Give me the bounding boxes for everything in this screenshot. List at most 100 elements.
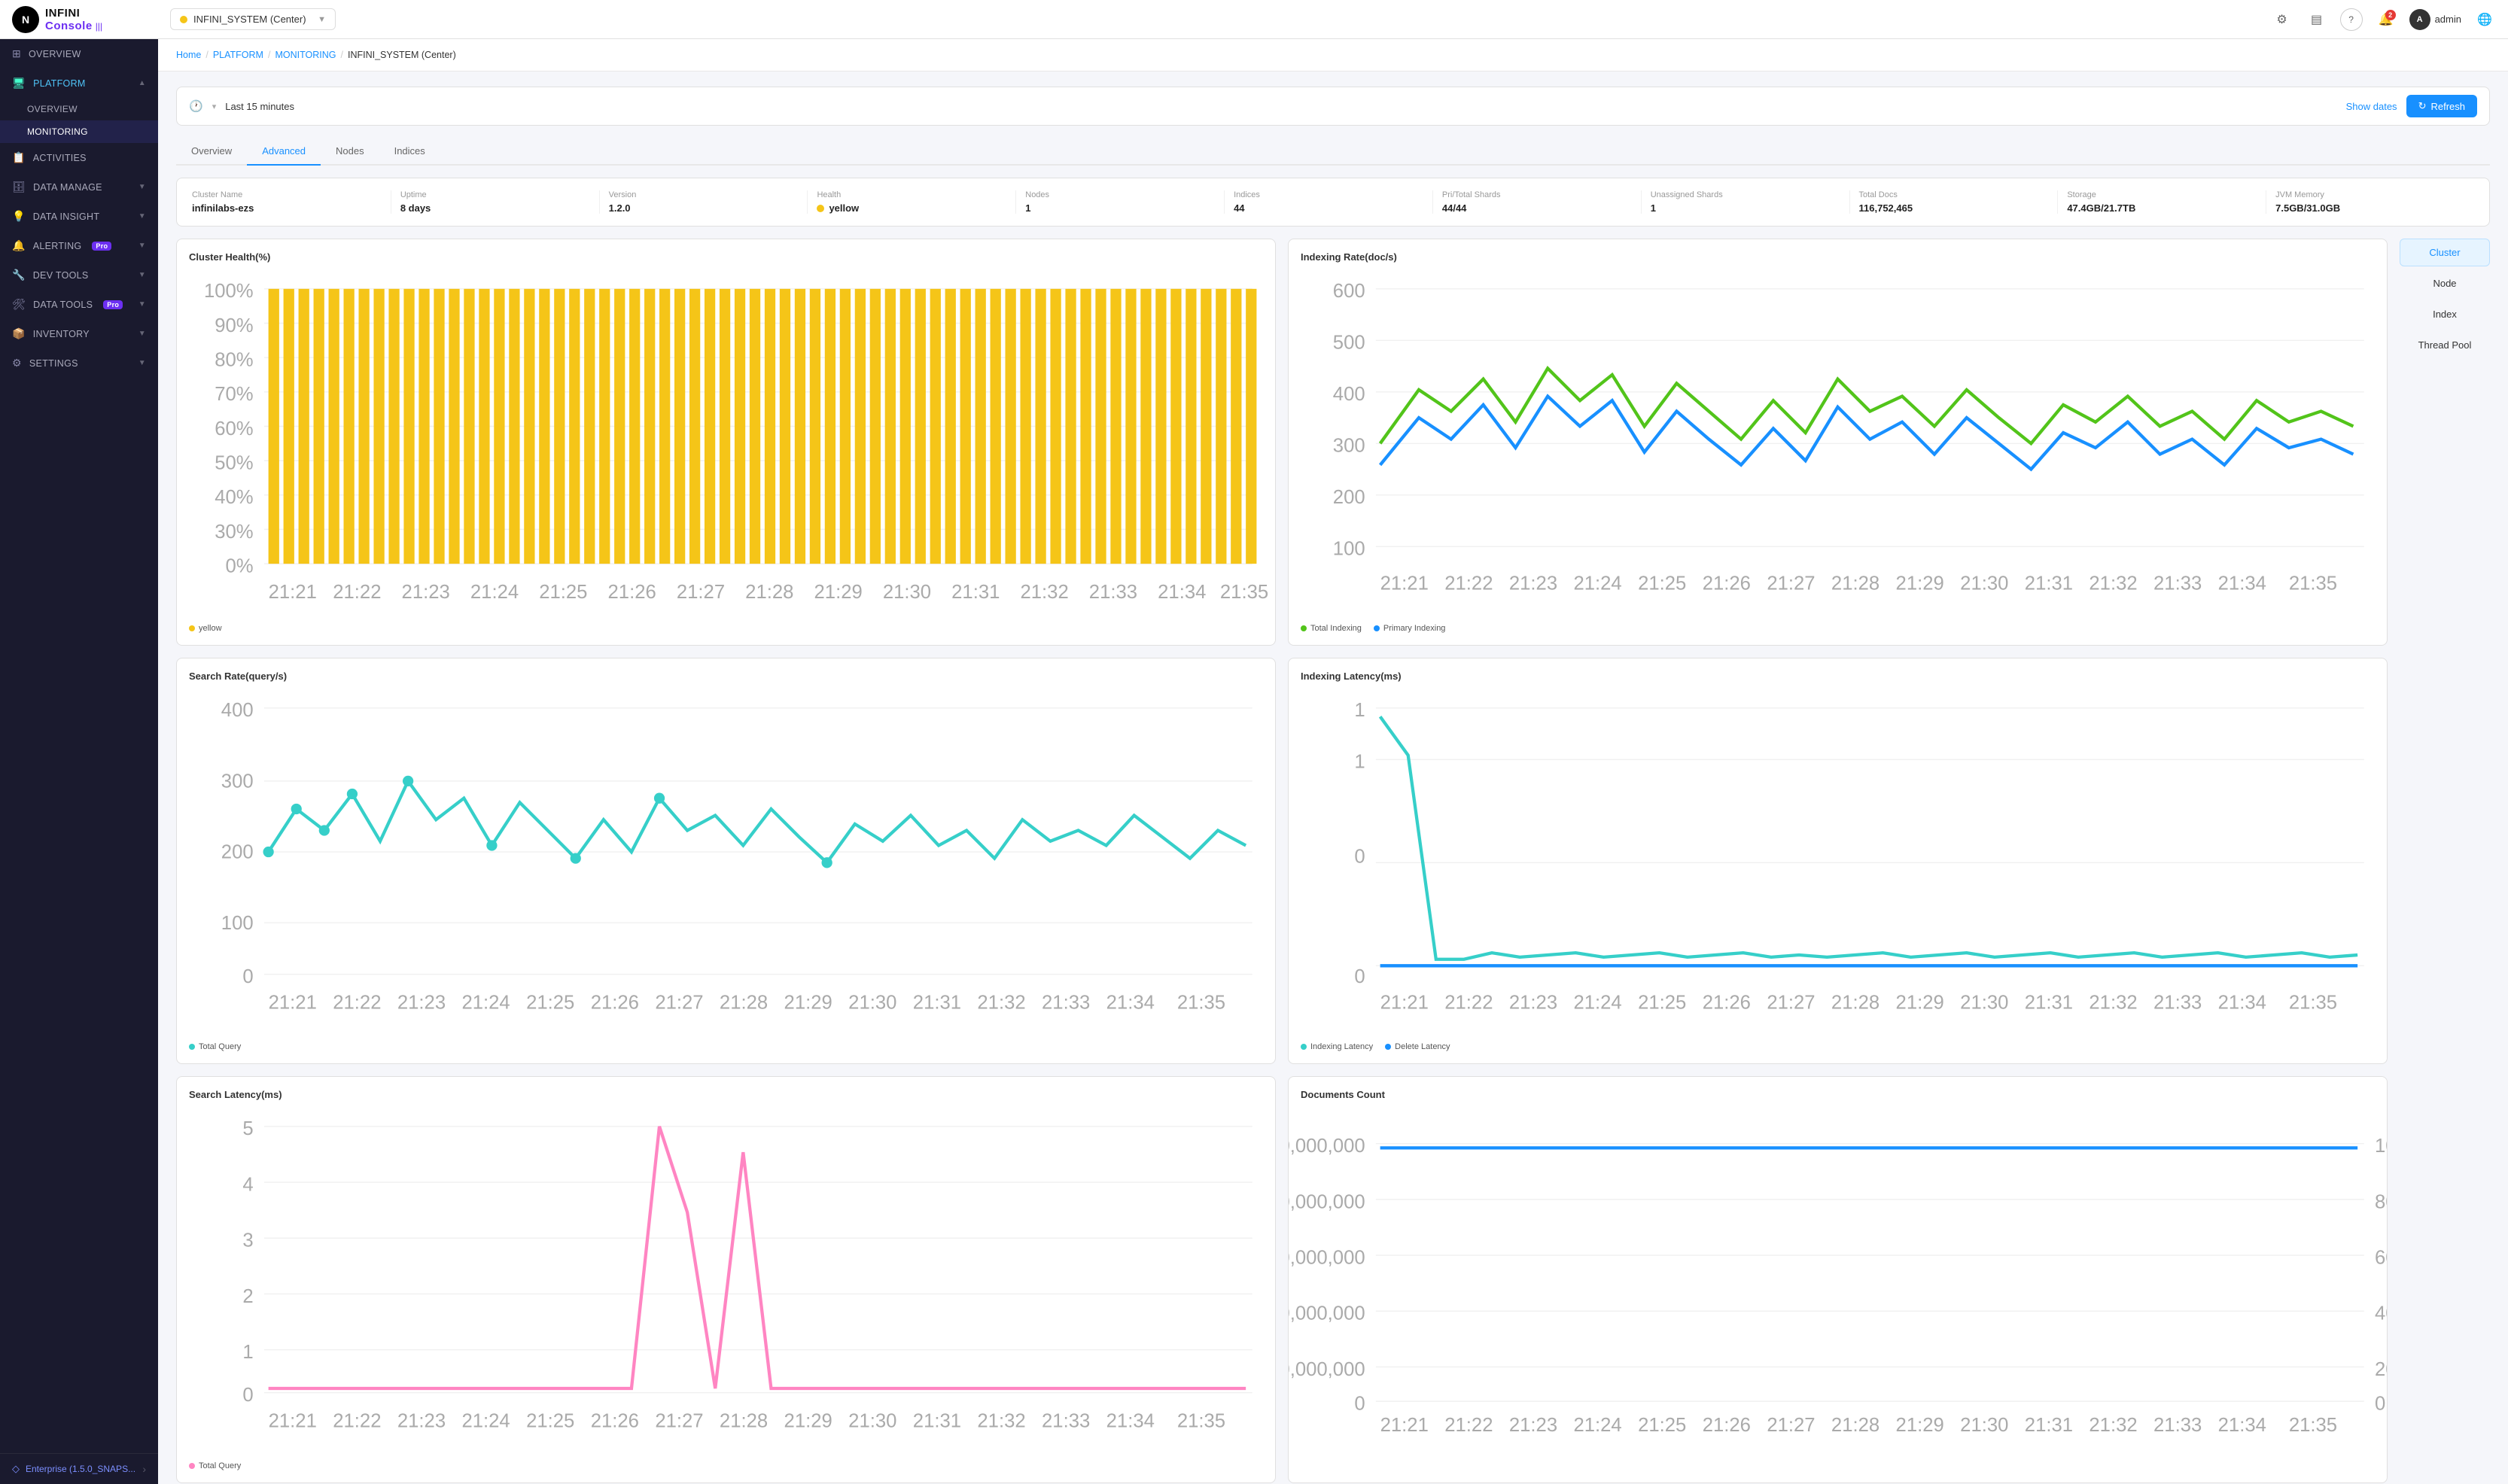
svg-text:21:24: 21:24 [1573, 1415, 1621, 1436]
svg-text:100: 100 [1333, 539, 1365, 560]
svg-text:21:32: 21:32 [977, 992, 1025, 1013]
sidebar-item-overview[interactable]: ⊞ OVERVIEW [0, 39, 158, 68]
breadcrumb-monitoring[interactable]: MONITORING [275, 50, 336, 60]
svg-text:21:34: 21:34 [1158, 582, 1206, 603]
svg-text:21:33: 21:33 [1042, 1411, 1090, 1432]
legend-delete-latency: Delete Latency [1385, 1042, 1450, 1051]
chart-indexing-rate: Indexing Rate(doc/s) 600 500 400 300 200… [1288, 239, 2388, 646]
admin-area[interactable]: A admin [2409, 9, 2461, 30]
svg-text:21:30: 21:30 [1960, 1415, 2008, 1436]
svg-text:21:23: 21:23 [397, 1411, 446, 1432]
svg-text:21:34: 21:34 [2218, 992, 2266, 1013]
svg-text:21:35: 21:35 [1177, 992, 1225, 1013]
svg-text:21:21: 21:21 [269, 1411, 317, 1432]
breadcrumb-home[interactable]: Home [176, 50, 201, 60]
legend-indexing-latency-label: Indexing Latency [1310, 1042, 1373, 1051]
nodes-value: 1 [1025, 202, 1215, 214]
data-tools-icon: 🛠 [12, 298, 26, 311]
svg-text:21:26: 21:26 [1703, 573, 1751, 594]
sidebar-item-data-insight[interactable]: 💡 DATA INSIGHT ▼ [0, 202, 158, 231]
sidebar-item-settings[interactable]: ⚙ SETTINGS ▼ [0, 348, 158, 378]
search-rate-legend: Total Query [189, 1042, 1263, 1051]
svg-text:90%: 90% [215, 315, 253, 336]
legend-search-latency-total: Total Query [189, 1461, 241, 1470]
data-tools-pro-badge: Pro [103, 300, 123, 309]
svg-text:21:25: 21:25 [539, 582, 587, 603]
bell-icon[interactable]: 🔔 2 [2375, 8, 2397, 31]
tab-advanced[interactable]: Advanced [247, 138, 321, 166]
tab-indices[interactable]: Indices [379, 138, 440, 166]
cluster-selector[interactable]: INFINI_SYSTEM (Center) ▼ [170, 8, 336, 30]
help-icon[interactable]: ? [2340, 8, 2363, 31]
breadcrumb-platform[interactable]: PLATFORM [213, 50, 263, 60]
globe-icon[interactable]: 🌐 [2473, 8, 2496, 31]
inbox-icon[interactable]: ▤ [2306, 8, 2328, 31]
cluster-health-legend: yellow [189, 624, 1263, 633]
svg-text:21:25: 21:25 [1638, 992, 1686, 1013]
storage-label: Storage [2067, 190, 2257, 199]
svg-text:200: 200 [1333, 487, 1365, 508]
svg-text:21:29: 21:29 [1896, 573, 1944, 594]
side-panel-node[interactable]: Node [2400, 269, 2490, 297]
svg-text:21:26: 21:26 [1703, 1415, 1751, 1436]
svg-text:100,000,000: 100,000,000 [1288, 1136, 1365, 1157]
sidebar-item-dev-tools[interactable]: 🔧 DEV TOOLS ▼ [0, 260, 158, 290]
svg-text:80,000: 80,000 [2375, 1192, 2388, 1213]
refresh-button[interactable]: ↻ Refresh [2406, 95, 2477, 117]
svg-text:21:24: 21:24 [1573, 573, 1621, 594]
version-value: 1.2.0 [609, 202, 799, 214]
svg-text:400: 400 [221, 700, 254, 721]
legend-total-query-dot [189, 1044, 195, 1050]
svg-text:70%: 70% [215, 384, 253, 405]
sidebar-item-platform[interactable]: 🖥 PLATFORM ▲ [0, 68, 158, 98]
svg-text:21:23: 21:23 [1509, 573, 1557, 594]
legend-total-indexing: Total Indexing [1301, 624, 1362, 633]
tab-nodes[interactable]: Nodes [321, 138, 379, 166]
side-panel-cluster[interactable]: Cluster [2400, 239, 2490, 266]
dev-tools-arrow: ▼ [138, 271, 146, 279]
logo-infini: INFINI [45, 7, 80, 20]
legend-yellow-label: yellow [199, 624, 222, 633]
svg-text:21:32: 21:32 [977, 1411, 1025, 1432]
svg-text:21:33: 21:33 [2153, 573, 2202, 594]
sidebar-item-inventory[interactable]: 📦 INVENTORY ▼ [0, 319, 158, 348]
legend-indexing-latency: Indexing Latency [1301, 1042, 1373, 1051]
svg-text:0%: 0% [226, 556, 254, 577]
sidebar-sub-monitoring[interactable]: MONITORING [0, 120, 158, 143]
sidebar-item-data-manage[interactable]: 🗄 DATA MANAGE ▼ [0, 172, 158, 202]
content-body: 🕐 ▾ Last 15 minutes Show dates ↻ Refresh… [158, 71, 2508, 1484]
svg-text:21:25: 21:25 [1638, 573, 1686, 594]
chevron-down-icon[interactable]: ▾ [212, 102, 217, 111]
sidebar-item-data-tools[interactable]: 🛠 DATA TOOLS Pro ▼ [0, 290, 158, 319]
sidebar-item-activities[interactable]: 📋 ACTIVITIES [0, 143, 158, 172]
tab-overview[interactable]: Overview [176, 138, 247, 166]
data-insight-arrow: ▼ [138, 212, 146, 220]
search-latency-title: Search Latency(ms) [189, 1089, 1263, 1100]
svg-text:21:21: 21:21 [269, 992, 317, 1013]
main-layout: ⊞ OVERVIEW 🖥 PLATFORM ▲ OVERVIEW MONITOR… [0, 39, 2508, 1484]
notification-count: 2 [2385, 10, 2396, 20]
show-dates-button[interactable]: Show dates [2346, 101, 2397, 112]
svg-text:40,000,000: 40,000,000 [1288, 1303, 1365, 1324]
enterprise-icon: ◇ [12, 1463, 20, 1475]
svg-text:300: 300 [1333, 436, 1365, 457]
legend-yellow: yellow [189, 624, 222, 633]
svg-text:0: 0 [1354, 966, 1365, 987]
sidebar-footer[interactable]: ◇ Enterprise (1.5.0_SNAPS... › [0, 1453, 158, 1484]
legend-yellow-dot [189, 625, 195, 631]
data-tools-arrow: ▼ [138, 300, 146, 309]
svg-text:21:24: 21:24 [461, 1411, 510, 1432]
side-panel-thread-pool[interactable]: Thread Pool [2400, 331, 2490, 359]
settings-icon[interactable]: ⚙ [2271, 8, 2293, 31]
alerting-arrow: ▼ [138, 242, 146, 250]
info-nodes: Nodes 1 [1016, 190, 1225, 214]
side-panel-index[interactable]: Index [2400, 300, 2490, 328]
sidebar-sub-overview[interactable]: OVERVIEW [0, 98, 158, 120]
sidebar-menu-icon[interactable]: › [142, 1463, 146, 1475]
svg-text:60%: 60% [215, 418, 253, 439]
sidebar-item-alerting[interactable]: 🔔 ALERTING Pro ▼ [0, 231, 158, 260]
sidebar-platform-label: PLATFORM [33, 78, 86, 89]
svg-text:21:25: 21:25 [526, 1411, 574, 1432]
svg-text:21:33: 21:33 [1089, 582, 1137, 603]
info-indices: Indices 44 [1225, 190, 1433, 214]
